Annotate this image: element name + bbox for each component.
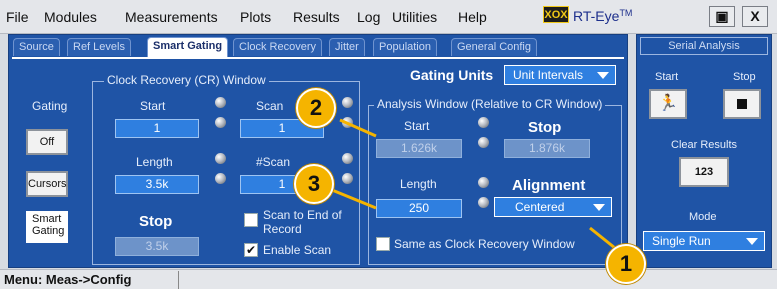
serial-analysis-header: Serial Analysis [640, 37, 768, 55]
aw-stop-field: 1.876k [504, 139, 590, 158]
serial-analysis-panel: Serial Analysis Start Stop 🏃 Clear Resul… [636, 34, 772, 268]
cr-start-label: Start [140, 99, 166, 113]
mode-value: Single Run [652, 234, 711, 248]
tab-general-config[interactable]: General Config [451, 38, 537, 56]
gating-units-dropdown[interactable]: Unit Intervals [504, 65, 616, 85]
menu-bar: File Modules Measurements Plots Results … [0, 0, 777, 34]
tab-source[interactable]: Source [13, 38, 60, 56]
stop-square-icon [737, 99, 747, 109]
aw-start-label: Start [404, 119, 430, 133]
tab-smart-gating[interactable]: Smart Gating [147, 37, 229, 57]
menu-file[interactable]: File [6, 9, 29, 25]
gating-label: Gating [32, 99, 68, 113]
start-label: Start [655, 71, 679, 83]
aw-length-label: Length [400, 177, 437, 191]
tab-clock-recovery[interactable]: Clock Recovery [233, 38, 323, 56]
cr-length-field[interactable]: 3.5k [115, 175, 199, 194]
cr-nscans-knob-icon[interactable] [342, 153, 353, 164]
menu-modules[interactable]: Modules [44, 9, 97, 25]
stop-label: Stop [733, 71, 756, 83]
chevron-down-icon [746, 238, 758, 245]
callout-3: 3 [294, 164, 334, 204]
cr-length-label: Length [136, 155, 173, 169]
analysis-window-title: Analysis Window (Relative to CR Window) [374, 97, 606, 111]
enable-scan-checkbox[interactable]: ✔ [244, 243, 258, 257]
main-config-panel: Source Ref Levels Smart Gating Clock Rec… [8, 34, 628, 268]
aw-start-field: 1.626k [376, 139, 462, 158]
menu-plots[interactable]: Plots [240, 9, 271, 25]
aw-length-field[interactable]: 250 [376, 199, 462, 218]
cr-start-fine-knob-icon[interactable] [215, 117, 226, 128]
clear-results-button[interactable]: 123 [679, 157, 729, 187]
aw-start-fine-knob-icon[interactable] [478, 137, 489, 148]
cr-stop-field: 3.5k [115, 237, 199, 256]
alignment-value: Centered [515, 200, 565, 214]
scan-to-end-label: Scan to End of Record [263, 208, 342, 236]
cr-start-field[interactable]: 1 [115, 119, 199, 138]
brand-tm: TM [619, 8, 633, 18]
status-divider [178, 271, 179, 289]
mode-label: Mode [689, 211, 717, 223]
rt-eye-window: File Modules Measurements Plots Results … [0, 0, 777, 289]
cr-stop-label: Stop [139, 213, 173, 230]
eraser-icon: 123 [694, 166, 714, 178]
enable-scan-label: Enable Scan [263, 243, 332, 257]
callout-2: 2 [296, 88, 336, 128]
status-bar: Menu: Meas->Config [0, 269, 777, 289]
menu-measurements[interactable]: Measurements [125, 9, 218, 25]
cr-nscans-label: #Scan [256, 155, 291, 169]
gating-off-button[interactable]: Off [26, 129, 68, 155]
aw-length-fine-knob-icon[interactable] [478, 197, 489, 208]
tab-ref-levels[interactable]: Ref Levels [67, 38, 131, 56]
clear-results-label: Clear Results [671, 139, 738, 151]
chevron-down-icon [593, 204, 605, 211]
mode-dropdown[interactable]: Single Run [643, 231, 765, 251]
callout-1: 1 [606, 244, 646, 284]
gating-cursors-button[interactable]: Cursors [26, 171, 68, 197]
same-as-cr-checkbox[interactable] [376, 237, 390, 251]
scan-to-end-checkbox[interactable] [244, 213, 258, 227]
cr-length-knob-icon[interactable] [215, 153, 226, 164]
stop-run-button[interactable] [723, 89, 761, 119]
brand-name-text: RT-Eye [573, 8, 620, 24]
cr-start-knob-icon[interactable] [215, 97, 226, 108]
brand-name: RT-EyeTM [573, 8, 632, 24]
menu-utilities[interactable]: Utilities [392, 9, 437, 25]
gating-units-label: Gating Units [410, 67, 494, 83]
runner-icon: 🏃 [658, 95, 678, 112]
cr-nscans-fine-knob-icon[interactable] [342, 173, 353, 184]
brand-logo-icon: XOX [543, 6, 569, 23]
restore-window-button[interactable]: ▣ [709, 6, 735, 27]
menu-help[interactable]: Help [458, 9, 487, 25]
alignment-label: Alignment [512, 177, 586, 194]
aw-stop-label: Stop [528, 119, 562, 136]
menu-log[interactable]: Log [357, 9, 380, 25]
aw-length-knob-icon[interactable] [478, 177, 489, 188]
start-run-button[interactable]: 🏃 [649, 89, 687, 119]
cr-scan-fine-knob-icon[interactable] [342, 117, 353, 128]
tab-jitter[interactable]: Jitter [329, 38, 365, 56]
alignment-dropdown[interactable]: Centered [494, 197, 612, 217]
cr-scan-label: Scan [256, 99, 284, 113]
gating-units-value: Unit Intervals [513, 68, 584, 82]
cr-window-title: Clock Recovery (CR) Window [104, 73, 269, 87]
close-window-button[interactable]: X [742, 6, 768, 27]
cr-scan-knob-icon[interactable] [342, 97, 353, 108]
same-as-cr-label: Same as Clock Recovery Window [394, 237, 575, 251]
cr-length-fine-knob-icon[interactable] [215, 173, 226, 184]
gating-smart-button[interactable]: Smart Gating [26, 211, 68, 243]
tab-population[interactable]: Population [373, 38, 437, 56]
menu-results[interactable]: Results [293, 9, 340, 25]
chevron-down-icon [597, 72, 609, 79]
aw-start-knob-icon[interactable] [478, 117, 489, 128]
status-text: Menu: Meas->Config [4, 272, 132, 287]
